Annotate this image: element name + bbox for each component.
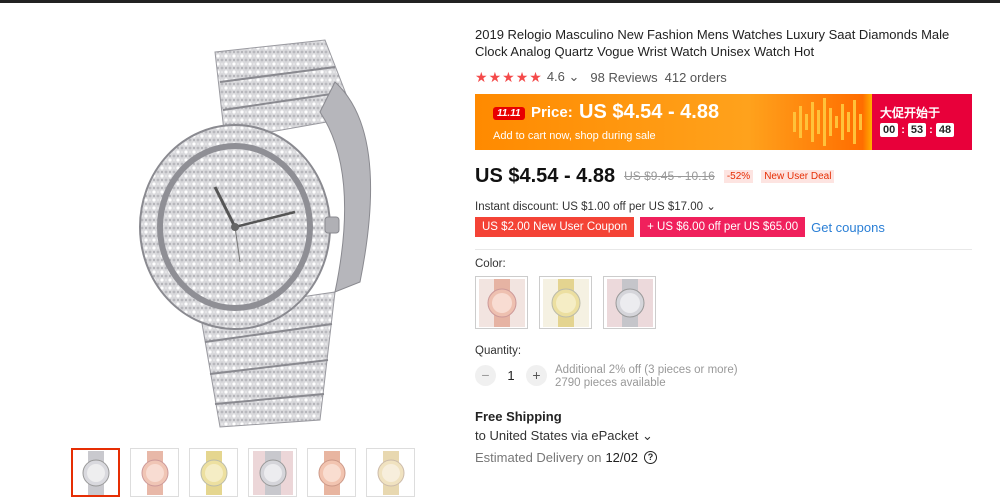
coupon-row: US $2.00 New User Coupon + US $6.00 off … <box>475 217 975 237</box>
countdown-separator: : <box>929 124 933 136</box>
star-icon: ★ <box>529 69 542 85</box>
star-icon: ★ <box>488 69 502 85</box>
color-swatch-rose-gold[interactable] <box>475 276 528 329</box>
thumbnail-silver[interactable] <box>71 448 120 497</box>
get-coupons-link[interactable]: Get coupons <box>811 220 885 235</box>
new-user-deal-badge: New User Deal <box>761 169 835 183</box>
instant-discount-text: Instant discount: US $1.00 off per US $1… <box>475 201 704 213</box>
top-border <box>0 0 1000 3</box>
countdown-seconds: 48 <box>935 123 955 137</box>
rating-number: 4.6 <box>546 69 565 84</box>
rating-value[interactable]: 4.6 ⌄ <box>547 69 580 85</box>
color-swatches <box>475 276 975 329</box>
quantity-info: Additional 2% off (3 pieces or more) 279… <box>555 364 738 390</box>
star-icon: ★ <box>515 69 529 85</box>
thumbnail-strip <box>71 448 415 497</box>
thumbnail-rose-gold[interactable] <box>130 448 179 497</box>
product-title: 2019 Relogio Masculino New Fashion Mens … <box>475 27 950 59</box>
promo-badge: 11.11 <box>493 107 525 120</box>
color-label: Color: <box>475 258 506 270</box>
discount-badge: -52% <box>723 169 754 183</box>
rating-stars: ★ ★ ★ ★ ★ <box>475 70 542 84</box>
promo-subtitle: Add to cart now, shop during sale <box>493 130 656 142</box>
help-icon[interactable]: ? <box>644 451 657 464</box>
main-product-image[interactable] <box>120 22 420 432</box>
store-coupon[interactable]: + US $6.00 off per US $65.00 <box>640 217 806 237</box>
countdown-timer: 00 : 53 : 48 <box>880 123 955 137</box>
price-current: US $4.54 - 4.88 <box>475 164 616 187</box>
price-row: US $4.54 - 4.88 US $9.45 - 10.16 -52% Ne… <box>475 163 975 189</box>
star-icon: ★ <box>475 69 488 85</box>
chevron-down-icon: ⌄ <box>641 428 653 443</box>
quantity-value[interactable]: 1 <box>496 365 526 386</box>
quantity-decrease-button[interactable]: − <box>475 365 496 386</box>
promo-countdown-panel: 大促开始于 00 : 53 : 48 <box>872 94 972 150</box>
shipping-destination[interactable]: to United States via ePacket ⌄ <box>475 428 975 444</box>
eta-date: 12/02 <box>605 450 638 465</box>
stock-available-text: 2790 pieces available <box>555 377 666 389</box>
countdown-minutes: 53 <box>907 123 927 137</box>
star-icon: ★ <box>502 69 515 85</box>
estimated-delivery: Estimated Delivery on 12/02 ? <box>475 450 975 465</box>
quantity-label: Quantity: <box>475 345 522 357</box>
orders-count: 412 orders <box>664 69 727 85</box>
bulk-discount-text: Additional 2% off (3 pieces or more) <box>555 364 738 376</box>
chevron-down-icon: ⌄ <box>568 69 580 84</box>
chevron-down-icon: ⌄ <box>706 201 716 213</box>
promo-banner: 11.11 Price: US $4.54 - 4.88 Add to cart… <box>475 94 972 150</box>
divider <box>475 249 972 250</box>
quantity-stepper: − 1 + Additional 2% off (3 pieces or mor… <box>475 364 975 390</box>
eta-label: Estimated Delivery on <box>475 450 602 465</box>
thumbnail-gold[interactable] <box>189 448 238 497</box>
thumbnail-gold-2[interactable] <box>366 448 415 497</box>
reviews-link[interactable]: 98 Reviews <box>590 70 657 85</box>
promo-stripes-decoration <box>793 98 862 146</box>
product-info: 2019 Relogio Masculino New Fashion Mens … <box>475 26 975 465</box>
shipping-title: Free Shipping <box>475 409 562 424</box>
new-user-coupon[interactable]: US $2.00 New User Coupon <box>475 217 635 237</box>
color-swatch-silver[interactable] <box>603 276 656 329</box>
promo-price-label: Price: <box>531 104 573 121</box>
thumbnail-silver-pink[interactable] <box>248 448 297 497</box>
countdown-separator: : <box>901 124 905 136</box>
instant-discount[interactable]: Instant discount: US $1.00 off per US $1… <box>475 199 975 214</box>
thumbnail-rose-gold-2[interactable] <box>307 448 356 497</box>
price-original: US $9.45 - 10.16 <box>624 169 715 183</box>
shipping-destination-text: to United States via ePacket <box>475 428 639 443</box>
countdown-title: 大促开始于 <box>880 106 941 120</box>
rating-row: ★ ★ ★ ★ ★ 4.6 ⌄ 98 Reviews 412 orders <box>475 68 975 86</box>
color-swatch-gold[interactable] <box>539 276 592 329</box>
promo-price: US $4.54 - 4.88 <box>579 101 720 123</box>
quantity-increase-button[interactable]: + <box>526 365 547 386</box>
countdown-hours: 00 <box>880 123 899 137</box>
